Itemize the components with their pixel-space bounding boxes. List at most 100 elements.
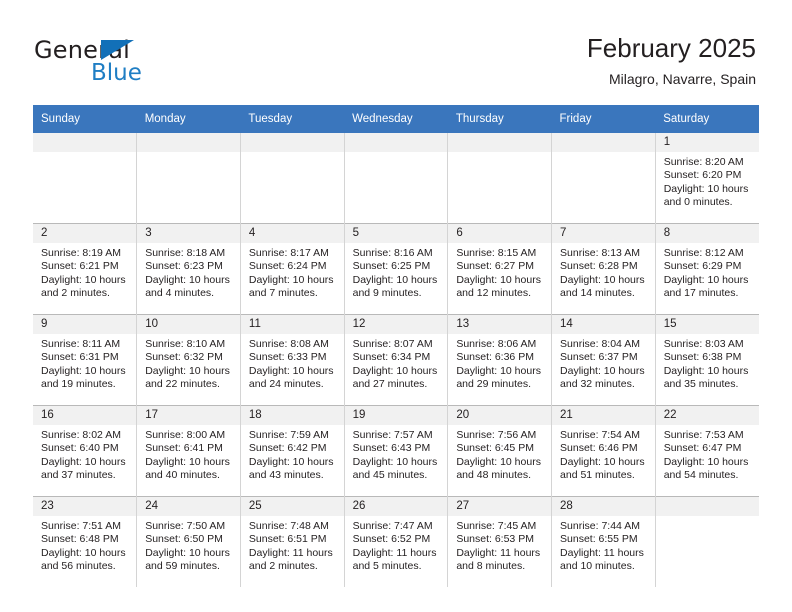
calendar-day-cell[interactable]: 7 Sunrise: 8:13 AM Sunset: 6:28 PM Daylight…	[551, 223, 656, 315]
calendar-body: 1 Sunrise: 8:20 AM Sunset: 6:20 PM Daylight…	[33, 133, 759, 587]
calendar-page: General Blue February 2025 Milagro, Nava…	[0, 0, 792, 612]
day-number: 19	[344, 406, 448, 425]
calendar-day-cell[interactable]: 9 Sunrise: 8:11 AM Sunset: 6:31 PM Daylight…	[33, 314, 137, 406]
calendar-day-cell[interactable]: 17 Sunrise: 8:00 AM Sunset: 6:41 PM Dayligh…	[136, 405, 241, 497]
calendar-day-cell[interactable]: 19 Sunrise: 7:57 AM Sunset: 6:43 PM Dayligh…	[343, 405, 448, 497]
sunset-text: Sunset: 6:43 PM	[352, 442, 431, 455]
day-number	[448, 133, 552, 152]
sunrise-text: Sunrise: 8:16 AM	[352, 247, 433, 259]
sunset-text: Sunset: 6:45 PM	[456, 442, 534, 455]
day-number: 26	[344, 497, 448, 516]
sunset-text: Sunset: 6:31 PM	[41, 351, 119, 364]
day-sun-info: Sunrise: 7:53 AM Sunset: 6:47 PM Daylight:…	[656, 425, 759, 483]
day-sun-info: Sunrise: 7:56 AM Sunset: 6:45 PM Daylight:…	[448, 425, 551, 483]
calendar-day-cell[interactable]: 8 Sunrise: 8:12 AM Sunset: 6:29 PM Daylight…	[654, 223, 759, 315]
daylight-text-line2: and 4 minutes.	[145, 287, 215, 300]
page-title: February 2025	[586, 33, 756, 63]
general-blue-logo[interactable]: General Blue	[34, 36, 214, 88]
day-number: 16	[33, 406, 137, 425]
calendar-day-cell[interactable]: 6 Sunrise: 8:15 AM Sunset: 6:27 PM Daylight…	[447, 223, 552, 315]
sunrise-text: Sunrise: 8:13 AM	[560, 247, 640, 259]
daylight-text-line2: and 35 minutes.	[663, 378, 739, 391]
day-sun-info: Sunrise: 8:12 AM Sunset: 6:29 PM Daylight:…	[656, 243, 759, 301]
sunrise-text: Sunrise: 7:48 AM	[248, 520, 329, 532]
sunrise-text: Sunrise: 8:19 AM	[41, 247, 121, 259]
sunrise-text: Sunrise: 7:56 AM	[456, 429, 537, 441]
sunset-text: Sunset: 6:24 PM	[248, 260, 327, 273]
daylight-text-line2: and 59 minutes.	[145, 560, 220, 573]
calendar-day-cell[interactable]: 3 Sunrise: 8:18 AM Sunset: 6:23 PM Daylight…	[136, 223, 241, 315]
calendar-day-cell[interactable]: 24 Sunrise: 7:50 AM Sunset: 6:50 PM Dayligh…	[136, 496, 241, 587]
sunset-text: Sunset: 6:48 PM	[41, 533, 119, 546]
day-number: 3	[137, 224, 240, 243]
calendar-day-cell-empty	[136, 133, 241, 224]
calendar-day-cell[interactable]: 14 Sunrise: 8:04 AM Sunset: 6:37 PM Dayligh…	[551, 314, 656, 406]
daylight-text-line1: Daylight: 10 hours	[248, 273, 334, 286]
sunset-text: Sunset: 6:25 PM	[352, 260, 431, 273]
calendar-day-cell[interactable]: 10 Sunrise: 8:10 AM Sunset: 6:32 PM Dayligh…	[136, 314, 241, 406]
day-number: 5	[344, 224, 448, 243]
day-sun-info: Sunrise: 8:08 AM Sunset: 6:33 PM Daylight:…	[241, 334, 344, 392]
day-sun-info: Sunrise: 8:11 AM Sunset: 6:31 PM Daylight:…	[33, 334, 136, 392]
daylight-text-line1: Daylight: 10 hours	[248, 455, 334, 468]
calendar-day-cell-empty	[33, 133, 137, 224]
calendar-day-cell[interactable]: 12 Sunrise: 8:07 AM Sunset: 6:34 PM Dayligh…	[343, 314, 448, 406]
calendar-table: Sunday Monday Tuesday Wednesday Thursday…	[33, 105, 759, 587]
calendar-day-cell[interactable]: 25 Sunrise: 7:48 AM Sunset: 6:51 PM Dayligh…	[239, 496, 345, 587]
day-number: 2	[33, 224, 137, 243]
daylight-text-line1: Daylight: 10 hours	[352, 364, 438, 377]
sunset-text: Sunset: 6:23 PM	[145, 260, 223, 273]
calendar-day-cell[interactable]: 5 Sunrise: 8:16 AM Sunset: 6:25 PM Daylight…	[343, 223, 448, 315]
day-number: 10	[137, 315, 240, 334]
daylight-text-line2: and 29 minutes.	[456, 378, 532, 391]
weekday-header-monday: Monday	[136, 105, 241, 133]
day-number	[552, 133, 655, 152]
sunrise-text: Sunrise: 8:04 AM	[560, 338, 640, 350]
daylight-text-line2: and 51 minutes.	[560, 469, 635, 482]
sunset-text: Sunset: 6:33 PM	[248, 351, 327, 364]
daylight-text-line2: and 37 minutes.	[41, 469, 116, 482]
weekday-header-wednesday: Wednesday	[344, 105, 448, 133]
daylight-text-line2: and 5 minutes.	[352, 560, 422, 573]
day-number: 24	[137, 497, 240, 516]
sunrise-text: Sunrise: 8:06 AM	[456, 338, 537, 350]
calendar-day-cell[interactable]: 22 Sunrise: 7:53 AM Sunset: 6:47 PM Dayligh…	[654, 405, 759, 497]
calendar-day-cell[interactable]: 28 Sunrise: 7:44 AM Sunset: 6:55 PM Dayligh…	[551, 496, 656, 587]
day-number	[137, 133, 240, 152]
daylight-text-line2: and 45 minutes.	[352, 469, 428, 482]
calendar-day-cell-empty	[447, 133, 552, 224]
day-number: 12	[344, 315, 448, 334]
calendar-day-cell-empty	[239, 133, 345, 224]
sunrise-text: Sunrise: 8:08 AM	[248, 338, 329, 350]
daylight-text-line1: Daylight: 10 hours	[456, 455, 541, 468]
calendar-day-cell[interactable]: 4 Sunrise: 8:17 AM Sunset: 6:24 PM Daylight…	[239, 223, 345, 315]
sunrise-text: Sunrise: 8:18 AM	[145, 247, 226, 259]
day-number: 20	[448, 406, 552, 425]
sunrise-text: Sunrise: 7:57 AM	[352, 429, 433, 441]
daylight-text-line2: and 9 minutes.	[352, 287, 422, 300]
day-sun-info: Sunrise: 7:57 AM Sunset: 6:43 PM Daylight:…	[345, 425, 448, 483]
day-number: 15	[655, 315, 759, 334]
calendar-day-cell[interactable]: 23 Sunrise: 7:51 AM Sunset: 6:48 PM Dayligh…	[33, 496, 137, 587]
calendar-day-cell[interactable]: 11 Sunrise: 8:08 AM Sunset: 6:33 PM Dayligh…	[239, 314, 345, 406]
calendar-day-cell[interactable]: 13 Sunrise: 8:06 AM Sunset: 6:36 PM Dayligh…	[447, 314, 552, 406]
sunset-text: Sunset: 6:47 PM	[663, 442, 742, 455]
day-number: 21	[552, 406, 655, 425]
calendar-day-cell[interactable]: 20 Sunrise: 7:56 AM Sunset: 6:45 PM Dayligh…	[447, 405, 552, 497]
sunrise-text: Sunrise: 7:47 AM	[352, 520, 433, 532]
calendar-day-cell[interactable]: 2 Sunrise: 8:19 AM Sunset: 6:21 PM Daylight…	[33, 223, 137, 315]
daylight-text-line1: Daylight: 10 hours	[352, 455, 438, 468]
sunset-text: Sunset: 6:27 PM	[456, 260, 534, 273]
calendar-day-cell[interactable]: 27 Sunrise: 7:45 AM Sunset: 6:53 PM Dayligh…	[447, 496, 552, 587]
calendar-day-cell[interactable]: 18 Sunrise: 7:59 AM Sunset: 6:42 PM Dayligh…	[239, 405, 345, 497]
calendar-day-cell[interactable]: 1 Sunrise: 8:20 AM Sunset: 6:20 PM Daylight…	[654, 133, 759, 224]
calendar-day-cell[interactable]: 16 Sunrise: 8:02 AM Sunset: 6:40 PM Dayligh…	[33, 405, 137, 497]
calendar-day-cell[interactable]: 21 Sunrise: 7:54 AM Sunset: 6:46 PM Dayligh…	[551, 405, 656, 497]
calendar-day-cell[interactable]: 15 Sunrise: 8:03 AM Sunset: 6:38 PM Dayligh…	[654, 314, 759, 406]
calendar-day-cell[interactable]: 26 Sunrise: 7:47 AM Sunset: 6:52 PM Dayligh…	[343, 496, 448, 587]
day-sun-info: Sunrise: 7:48 AM Sunset: 6:51 PM Daylight:…	[241, 516, 344, 574]
sunset-text: Sunset: 6:50 PM	[145, 533, 223, 546]
calendar-week-row: 9 Sunrise: 8:11 AM Sunset: 6:31 PM Daylight…	[33, 314, 759, 406]
calendar-grid: Sunday Monday Tuesday Wednesday Thursday…	[33, 105, 759, 587]
day-sun-info: Sunrise: 8:17 AM Sunset: 6:24 PM Daylight:…	[241, 243, 344, 301]
